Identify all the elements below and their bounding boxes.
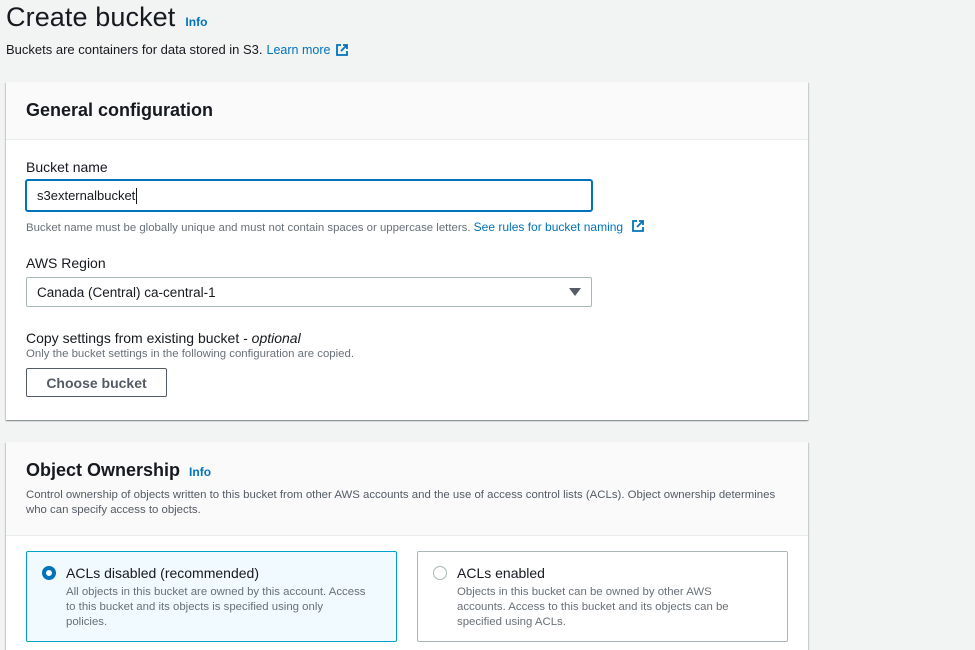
object-ownership-title: Object Ownership: [26, 460, 181, 480]
bucket-name-label: Bucket name: [26, 159, 108, 175]
external-link-icon[interactable]: [631, 219, 645, 233]
bucket-name-input[interactable]: s3externalbucket: [26, 180, 592, 211]
acls-disabled-tile[interactable]: ACLs disabled (recommended) All objects …: [26, 551, 397, 642]
radio-selected-icon[interactable]: [42, 566, 56, 580]
page-title: Create bucket: [6, 2, 176, 32]
acls-enabled-description: Objects in this bucket can be owned by o…: [457, 586, 729, 628]
page-header: Create bucket Info Buckets are container…: [6, 2, 349, 57]
general-configuration-title: General configuration: [26, 100, 214, 120]
radio-unselected-icon[interactable]: [433, 566, 447, 580]
general-configuration-panel: General configuration Bucket name s3exte…: [6, 82, 808, 420]
optional-tag: optional: [251, 330, 301, 346]
bucket-name-hint: Bucket name must be globally unique and …: [26, 219, 645, 234]
object-ownership-description: Control ownership of objects written to …: [26, 489, 776, 516]
acls-disabled-description: All objects in this bucket are owned by …: [66, 586, 366, 628]
aws-region-value: Canada (Central) ca-central-1: [37, 284, 216, 300]
object-ownership-panel: Object Ownership Info Control ownership …: [6, 442, 808, 650]
copy-settings-hint: Only the bucket settings in the followin…: [26, 348, 354, 360]
acls-disabled-label: ACLs disabled (recommended): [66, 565, 259, 581]
choose-bucket-button[interactable]: Choose bucket: [26, 368, 167, 397]
object-ownership-header: Object Ownership Info Control ownership …: [6, 442, 808, 536]
copy-settings-label-text: Copy settings from existing bucket -: [26, 330, 252, 346]
naming-rules-link[interactable]: See rules for bucket naming: [474, 220, 623, 234]
text-cursor: [136, 187, 138, 204]
aws-region-label: AWS Region: [26, 255, 106, 271]
acls-enabled-label: ACLs enabled: [457, 565, 545, 581]
copy-settings-label: Copy settings from existing bucket - opt…: [26, 330, 301, 346]
learn-more-link[interactable]: Learn more: [267, 43, 331, 57]
object-ownership-info-link[interactable]: Info: [189, 465, 211, 479]
acls-enabled-tile[interactable]: ACLs enabled Objects in this bucket can …: [417, 551, 788, 642]
page-info-link[interactable]: Info: [185, 15, 207, 29]
page-description: Buckets are containers for data stored i…: [6, 42, 349, 57]
bucket-name-value: s3externalbucket: [37, 188, 136, 203]
page-title-row: Create bucket Info: [6, 2, 349, 33]
aws-region-select[interactable]: Canada (Central) ca-central-1: [26, 277, 592, 307]
bucket-name-hint-text: Bucket name must be globally unique and …: [26, 222, 471, 234]
page-description-text: Buckets are containers for data stored i…: [6, 42, 263, 57]
external-link-icon[interactable]: [335, 43, 349, 57]
caret-down-icon: [569, 288, 581, 296]
object-ownership-title-row: Object Ownership Info: [26, 460, 788, 481]
general-configuration-header: General configuration: [6, 82, 808, 140]
